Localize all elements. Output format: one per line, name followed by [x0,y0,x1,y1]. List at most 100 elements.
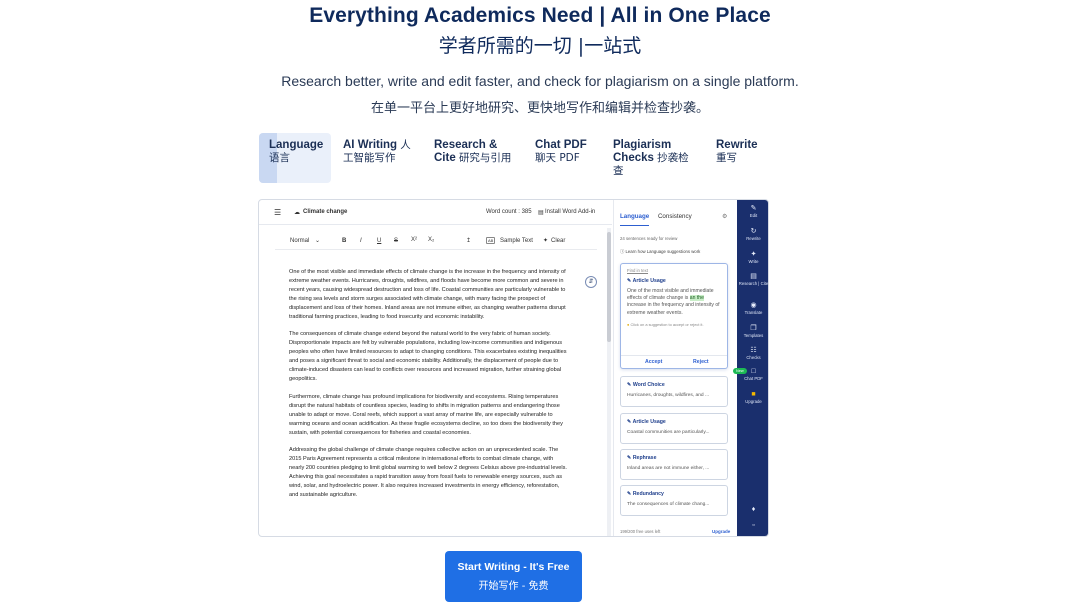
app-preview: ☰ ☁ Climate change Word count : 385 ▤ In… [258,199,769,537]
book-icon: ▤ [750,273,757,280]
italic-icon[interactable]: I [360,238,362,244]
start-writing-button[interactable]: Start Writing - It's Free 开始写作 - 免费 [445,551,582,602]
sentences-count: 24 sentences ready for review [620,236,678,241]
card-heading: Article Usage [632,419,666,425]
share-icon[interactable]: ⇵ [585,276,597,288]
feature-tabs: Language 语言 AI Writing 人工智能写作 Research &… [259,133,771,183]
tab-research-cite[interactable]: Research & Cite 研究与引用 [434,133,516,183]
suggestion-card[interactable]: ✎ Word Choice Hurricanes, droughts, wild… [620,376,728,407]
rail-label: Write [748,259,759,264]
tab-language[interactable]: Language 语言 [259,133,331,183]
page-title-zh: 学者所需的一切 |一站式 [438,35,642,57]
suggestion-card[interactable]: ✎ Article Usage Coastal communities are … [620,413,728,444]
pen-icon: ✎ [750,205,757,212]
subscript-icon[interactable]: X₂ [428,237,434,243]
tab-plagiarism-checks[interactable]: Plagiarism Checks 抄袭检查 [613,133,695,183]
star-icon: ■ [751,391,756,398]
page-subtitle-zh: 在单一平台上更好地研究、更快地写作和编辑并检查抄袭。 [370,101,709,116]
doc-paragraph: One of the most visible and immediate ef… [289,269,566,320]
rail-rewrite[interactable]: ↻ Rewrite [737,227,768,241]
rail-translate[interactable]: ◉ Translate [737,301,768,315]
strikethrough-icon[interactable]: S [394,238,398,244]
tab-chat-pdf[interactable]: Chat PDF 聊天 PDF [535,133,591,183]
rail-chat-pdf[interactable]: □ Chat PDF [737,368,768,381]
sample-text-button[interactable]: Sample Text [500,238,533,244]
tab-ai-writing[interactable]: AI Writing 人工智能写作 [343,133,418,183]
free-uses-count: 199/200 free uses left [620,529,661,534]
rail-upgrade[interactable]: ■ Upgrade [737,391,768,404]
suggested-word-label: an the [689,295,704,302]
underline-icon[interactable]: U [377,238,381,244]
feedback-icon[interactable]: ▫ [737,522,768,530]
rail-label: Templates [743,333,764,338]
tab-label-zh: 聊天 PDF [535,152,580,164]
tab-label: Chat PDF [535,139,587,151]
broom-icon: ✦ [543,238,549,244]
tab-rewrite[interactable]: Rewrite 重写 [716,133,771,183]
rail-edit[interactable]: ✎ Edit [737,204,768,218]
tab-consistency[interactable]: Consistency [658,213,692,220]
document-body[interactable]: One of the most visible and immediate ef… [289,268,567,509]
find-in-text-link[interactable]: Find in text [621,264,727,273]
rail-label: Upgrade [745,399,762,404]
suggestion-card-active[interactable]: Find in text ✎ Article Usage One of the … [620,263,728,369]
page-subtitle: Research better, write and edit faster, … [281,73,799,89]
doc-paragraph: Furthermore, climate change has profound… [289,393,563,436]
sparkle-icon: ✦ [750,251,757,258]
pen-icon: ✎ [627,419,632,425]
editor-scrollbar[interactable] [607,228,611,536]
rail-templates[interactable]: ❐ Templates [737,324,768,338]
cta-label: Start Writing - It's Free [457,561,570,573]
checks-icon: ☷ [750,347,757,354]
install-addin-link[interactable]: Install Word Add-in [545,209,595,215]
panel-tabs: Language Consistency [620,213,692,226]
rail-label: Edit [749,213,758,218]
tab-language-suggestions[interactable]: Language [620,213,650,226]
suggestion-card[interactable]: ✎ Rephrase Inland areas are not immune e… [620,449,728,480]
upload-icon[interactable]: ↥ [466,237,471,244]
rail-write[interactable]: ✦ Write [737,250,768,264]
rail-research[interactable]: ▤ Research | Cite [737,272,769,286]
superscript-icon[interactable]: X² [411,237,417,243]
page-title: Everything Academics Need | All in One P… [309,4,771,27]
reject-button[interactable]: Reject [693,359,709,365]
doc-paragraph: Addressing the global challenge of clima… [289,447,567,498]
upgrade-link[interactable]: Upgrade [712,529,730,534]
rail-label: Research | Cite [738,281,769,286]
cta-label-zh: 开始写作 - 免费 [478,581,549,592]
learn-label: Learn how Language suggestions work [625,249,701,254]
card-heading: Word Choice [632,382,665,388]
clear-button[interactable]: Clear [551,238,565,244]
chat-icon: □ [751,368,756,375]
suggestion-card[interactable]: ✎ Redundancy The consequences of climate… [620,485,728,516]
card-text: Hurricanes, droughts, wildfires, and ... [627,393,710,398]
word-addin-icon: ▤ [538,210,544,216]
rail-label: Chat PDF [744,376,763,381]
card-hint: ● Click on a suggestion to accept or rej… [621,322,727,327]
menu-icon[interactable]: ☰ [274,208,281,217]
learn-link[interactable]: ⓘ Learn how Language suggestions work [620,249,700,255]
style-select[interactable]: Normal [290,238,309,244]
bell-icon: ♦ [751,506,756,513]
suggested-word[interactable]: an the [689,295,704,302]
card-text: increase in the frequency and intensity … [627,302,720,316]
bold-icon[interactable]: B [342,238,346,244]
tab-label: AI Writing [343,139,398,151]
rail-checks[interactable]: ☷ Checks [737,346,768,360]
chevron-down-icon[interactable]: ⌄ [315,237,320,244]
tab-label-zh: 重写 [716,152,737,164]
settings-icon[interactable]: ⚙ [722,213,727,220]
bulb-icon: ● [627,321,630,327]
card-text: Inland areas are not immune either, ... [627,466,710,471]
word-count: Word count : 385 [486,209,532,215]
doc-paragraph: The consequences of climate change exten… [289,331,567,382]
cloud-icon: ☁ [294,210,300,216]
accept-button[interactable]: Accept [645,359,662,365]
notification-icon[interactable]: ♦ [737,506,768,514]
doc-title[interactable]: Climate change [303,209,347,215]
tool-rail: ✎ Edit ↻ Rewrite ✦ Write ▤ Research | Cite ◉… [733,200,769,536]
templates-icon: ❐ [750,325,757,332]
scrollbar-thumb[interactable] [607,232,611,342]
rail-label: Translate [744,310,763,315]
tab-label: Rewrite [716,139,758,151]
